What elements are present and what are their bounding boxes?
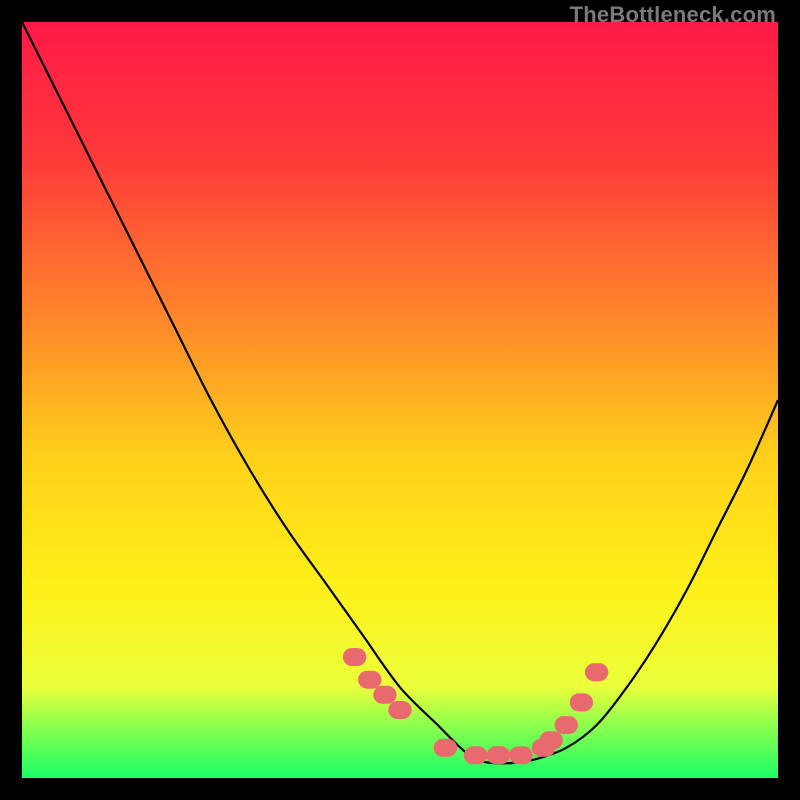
marker-dot xyxy=(585,663,608,681)
marker-dot xyxy=(373,686,396,704)
marker-dot xyxy=(570,693,593,711)
marker-dot xyxy=(434,739,457,757)
marker-dot xyxy=(464,746,487,764)
marker-dot xyxy=(487,746,510,764)
marker-dot xyxy=(540,731,563,749)
chart-frame xyxy=(22,22,778,778)
marker-dot xyxy=(555,716,578,734)
marker-dot xyxy=(388,701,411,719)
marker-dot xyxy=(343,648,366,666)
gradient-background xyxy=(22,22,778,778)
marker-dot xyxy=(509,746,532,764)
chart-plot xyxy=(22,22,778,778)
watermark-text: TheBottleneck.com xyxy=(570,2,776,28)
marker-dot xyxy=(358,671,381,689)
